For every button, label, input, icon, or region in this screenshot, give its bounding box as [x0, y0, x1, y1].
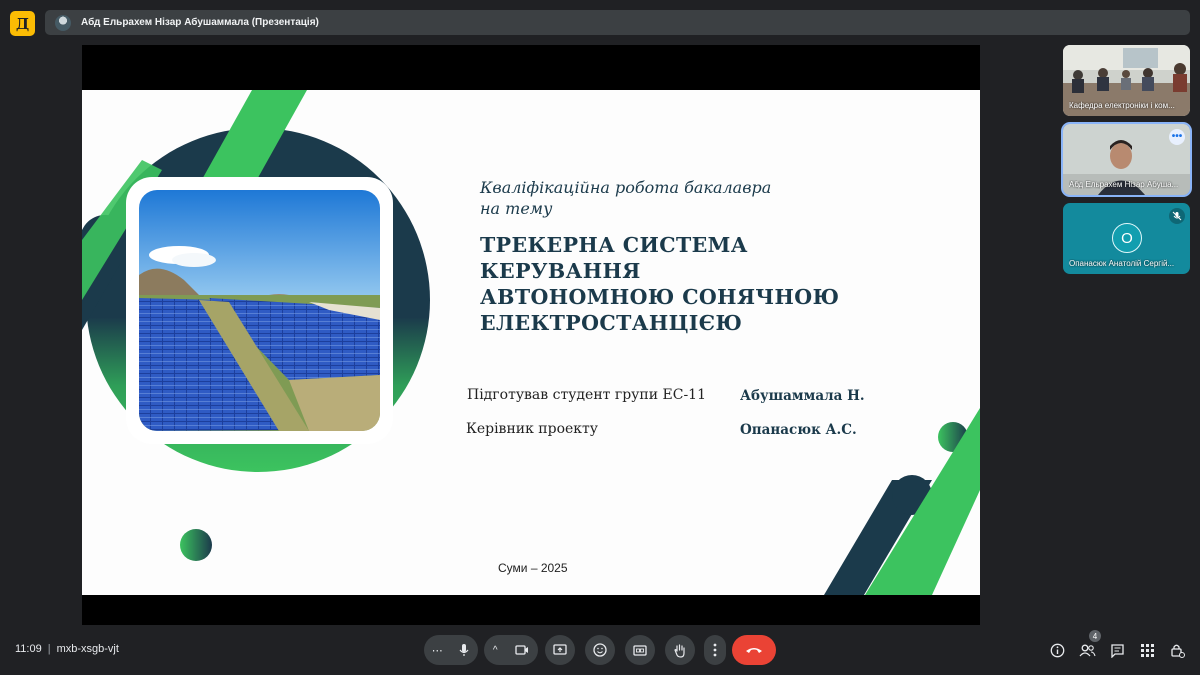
- captions-icon[interactable]: [625, 635, 655, 665]
- more-audio-options[interactable]: ⋯: [432, 644, 443, 657]
- lock-icon[interactable]: [1167, 640, 1187, 660]
- participant-name: Абд Ельрахем Нізар Абуша...: [1069, 180, 1179, 189]
- end-call-icon[interactable]: [732, 635, 776, 665]
- prepared-label: Підготував студент групи ЕС-11: [467, 387, 706, 403]
- deco-dot-bottom: [180, 529, 212, 561]
- meeting-code: mxb-xsgb-vjt: [56, 643, 119, 655]
- participant-avatar: О: [1112, 223, 1142, 253]
- meeting-info: 11:09 | mxb-xsgb-vjt: [15, 643, 119, 655]
- info-icon[interactable]: [1047, 640, 1067, 660]
- solar-farm-image: [139, 190, 380, 431]
- title-line-3: ЕЛЕКТРОСТАНЦІЄЮ: [480, 311, 743, 335]
- camera-icon[interactable]: [515, 645, 529, 655]
- subtitle-line-1: Кваліфікаційна робота бакалавра: [480, 178, 772, 197]
- activities-icon[interactable]: [1137, 640, 1157, 660]
- supervisor-value: Опанасюк А.С.: [740, 422, 857, 438]
- supervisor-label: Керівник проекту: [466, 421, 599, 437]
- more-options-icon[interactable]: [704, 635, 726, 665]
- presenter-avatar: [55, 14, 71, 31]
- audio-control-group: ⋯: [424, 635, 478, 665]
- participant-name: Кафедра електроніки і ком...: [1069, 101, 1175, 110]
- slide: Кваліфікаційна робота бакалавра на тему …: [82, 90, 980, 595]
- prepared-value: Абушаммала Н.: [740, 388, 865, 404]
- people-count-badge: 4: [1089, 630, 1101, 642]
- title-line-1: ТРЕКЕРНА СИСТЕМА КЕРУВАННЯ: [480, 233, 748, 283]
- participant-tile-opanasiuk[interactable]: О Опанасюк Анатолій Сергій...: [1063, 203, 1190, 274]
- app-logo: Д: [10, 11, 35, 36]
- chat-icon[interactable]: [1107, 640, 1127, 660]
- present-icon[interactable]: [545, 635, 575, 665]
- separator: |: [47, 643, 51, 655]
- mic-off-icon: [1169, 208, 1185, 224]
- more-video-options[interactable]: ^: [493, 645, 498, 656]
- presenter-bar[interactable]: Абд Ельрахем Нізар Абушаммала (Презентац…: [45, 10, 1190, 35]
- more-horiz-icon[interactable]: •••: [1169, 129, 1185, 145]
- presenter-title: Абд Ельрахем Нізар Абушаммала (Презентац…: [81, 17, 319, 28]
- slide-subtitle: Кваліфікаційна робота бакалавра на тему: [480, 177, 860, 219]
- people-icon[interactable]: [1077, 640, 1097, 660]
- participant-tile-presenter[interactable]: ••• Абд Ельрахем Нізар Абуша...: [1061, 122, 1192, 197]
- title-line-2: АВТОНОМНОЮ СОНЯЧНОЮ: [480, 285, 840, 309]
- solar-photo-frame: [126, 177, 393, 444]
- participant-name: Опанасюк Анатолій Сергій...: [1069, 259, 1175, 268]
- clock-time: 11:09: [15, 643, 42, 655]
- participant-tile-room[interactable]: Кафедра електроніки і ком...: [1063, 45, 1190, 116]
- slide-title: ТРЕКЕРНА СИСТЕМА КЕРУВАННЯ АВТОНОМНОЮ СО…: [480, 232, 910, 336]
- video-control-group: ^: [484, 635, 538, 665]
- raise-hand-icon[interactable]: [665, 635, 695, 665]
- presentation-stage: Кваліфікаційна робота бакалавра на тему …: [82, 45, 980, 625]
- subtitle-line-2: на тему: [480, 199, 553, 218]
- mic-icon[interactable]: [458, 643, 470, 657]
- city-year: Суми – 2025: [498, 561, 568, 575]
- emoji-icon[interactable]: [585, 635, 615, 665]
